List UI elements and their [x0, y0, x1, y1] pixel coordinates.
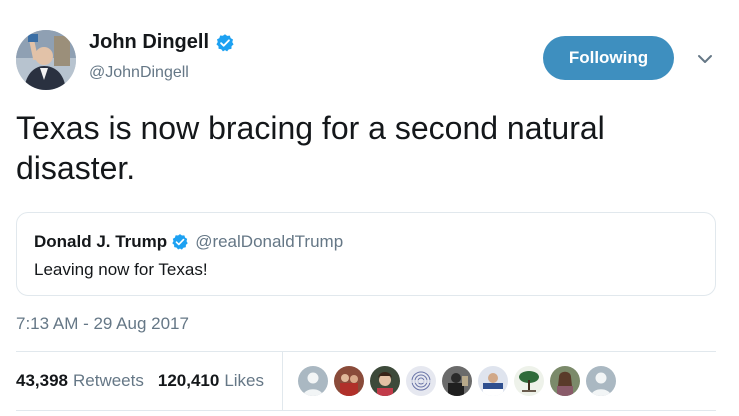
retweets-count[interactable]: 43,398: [16, 371, 68, 391]
likers-avatars: [298, 366, 622, 396]
default-avatar-icon: [298, 366, 328, 396]
divider: [16, 410, 716, 411]
liker-avatar[interactable]: [370, 366, 400, 396]
author-name-row: John Dingell: [89, 31, 235, 54]
tweet-text: Texas is now bracing for a second natura…: [16, 110, 605, 186]
liker-avatar[interactable]: [478, 366, 508, 396]
author-handle[interactable]: @JohnDingell: [89, 64, 189, 82]
verified-badge-icon: [216, 33, 234, 51]
fingerprint-logo-avatar-icon: [406, 366, 436, 396]
tweet-timestamp[interactable]: 7:13 AM - 29 Aug 2017: [16, 314, 189, 334]
chevron-down-icon[interactable]: [696, 52, 714, 66]
likes-count[interactable]: 120,410: [158, 371, 219, 391]
quoted-author-name: Donald J. Trump: [34, 232, 168, 251]
default-avatar-icon: [586, 366, 616, 396]
user-avatar-icon: [442, 366, 472, 396]
liker-avatar[interactable]: [406, 366, 436, 396]
divider: [16, 351, 716, 352]
liker-avatar[interactable]: [514, 366, 544, 396]
likes-label[interactable]: Likes: [224, 371, 264, 391]
author-avatar[interactable]: [16, 30, 76, 90]
profile-photo-icon: [16, 30, 76, 90]
user-avatar-icon: [370, 366, 400, 396]
liker-avatar[interactable]: [442, 366, 472, 396]
user-avatar-icon: [550, 366, 580, 396]
following-button[interactable]: Following: [543, 36, 674, 80]
user-avatar-icon: [478, 366, 508, 396]
verified-badge-icon: [172, 234, 188, 250]
liker-avatar[interactable]: [550, 366, 580, 396]
author-display-name[interactable]: John Dingell: [89, 31, 209, 54]
liker-avatar[interactable]: [298, 366, 328, 396]
liker-avatar[interactable]: [586, 366, 616, 396]
tree-logo-avatar-icon: [514, 366, 544, 396]
stats-separator: [282, 351, 283, 410]
quoted-tweet-card[interactable]: Donald J. Trump @realDonaldTrump Leaving…: [16, 212, 716, 296]
tweet-stats: 43,398 Retweets 120,410 Likes: [16, 371, 278, 391]
quoted-author-handle: @realDonaldTrump: [195, 232, 344, 251]
quoted-tweet-header: Donald J. Trump @realDonaldTrump: [34, 232, 343, 252]
retweets-label[interactable]: Retweets: [73, 371, 144, 391]
user-avatar-icon: [334, 366, 364, 396]
liker-avatar[interactable]: [334, 366, 364, 396]
quoted-tweet-text: Leaving now for Texas!: [34, 260, 208, 279]
